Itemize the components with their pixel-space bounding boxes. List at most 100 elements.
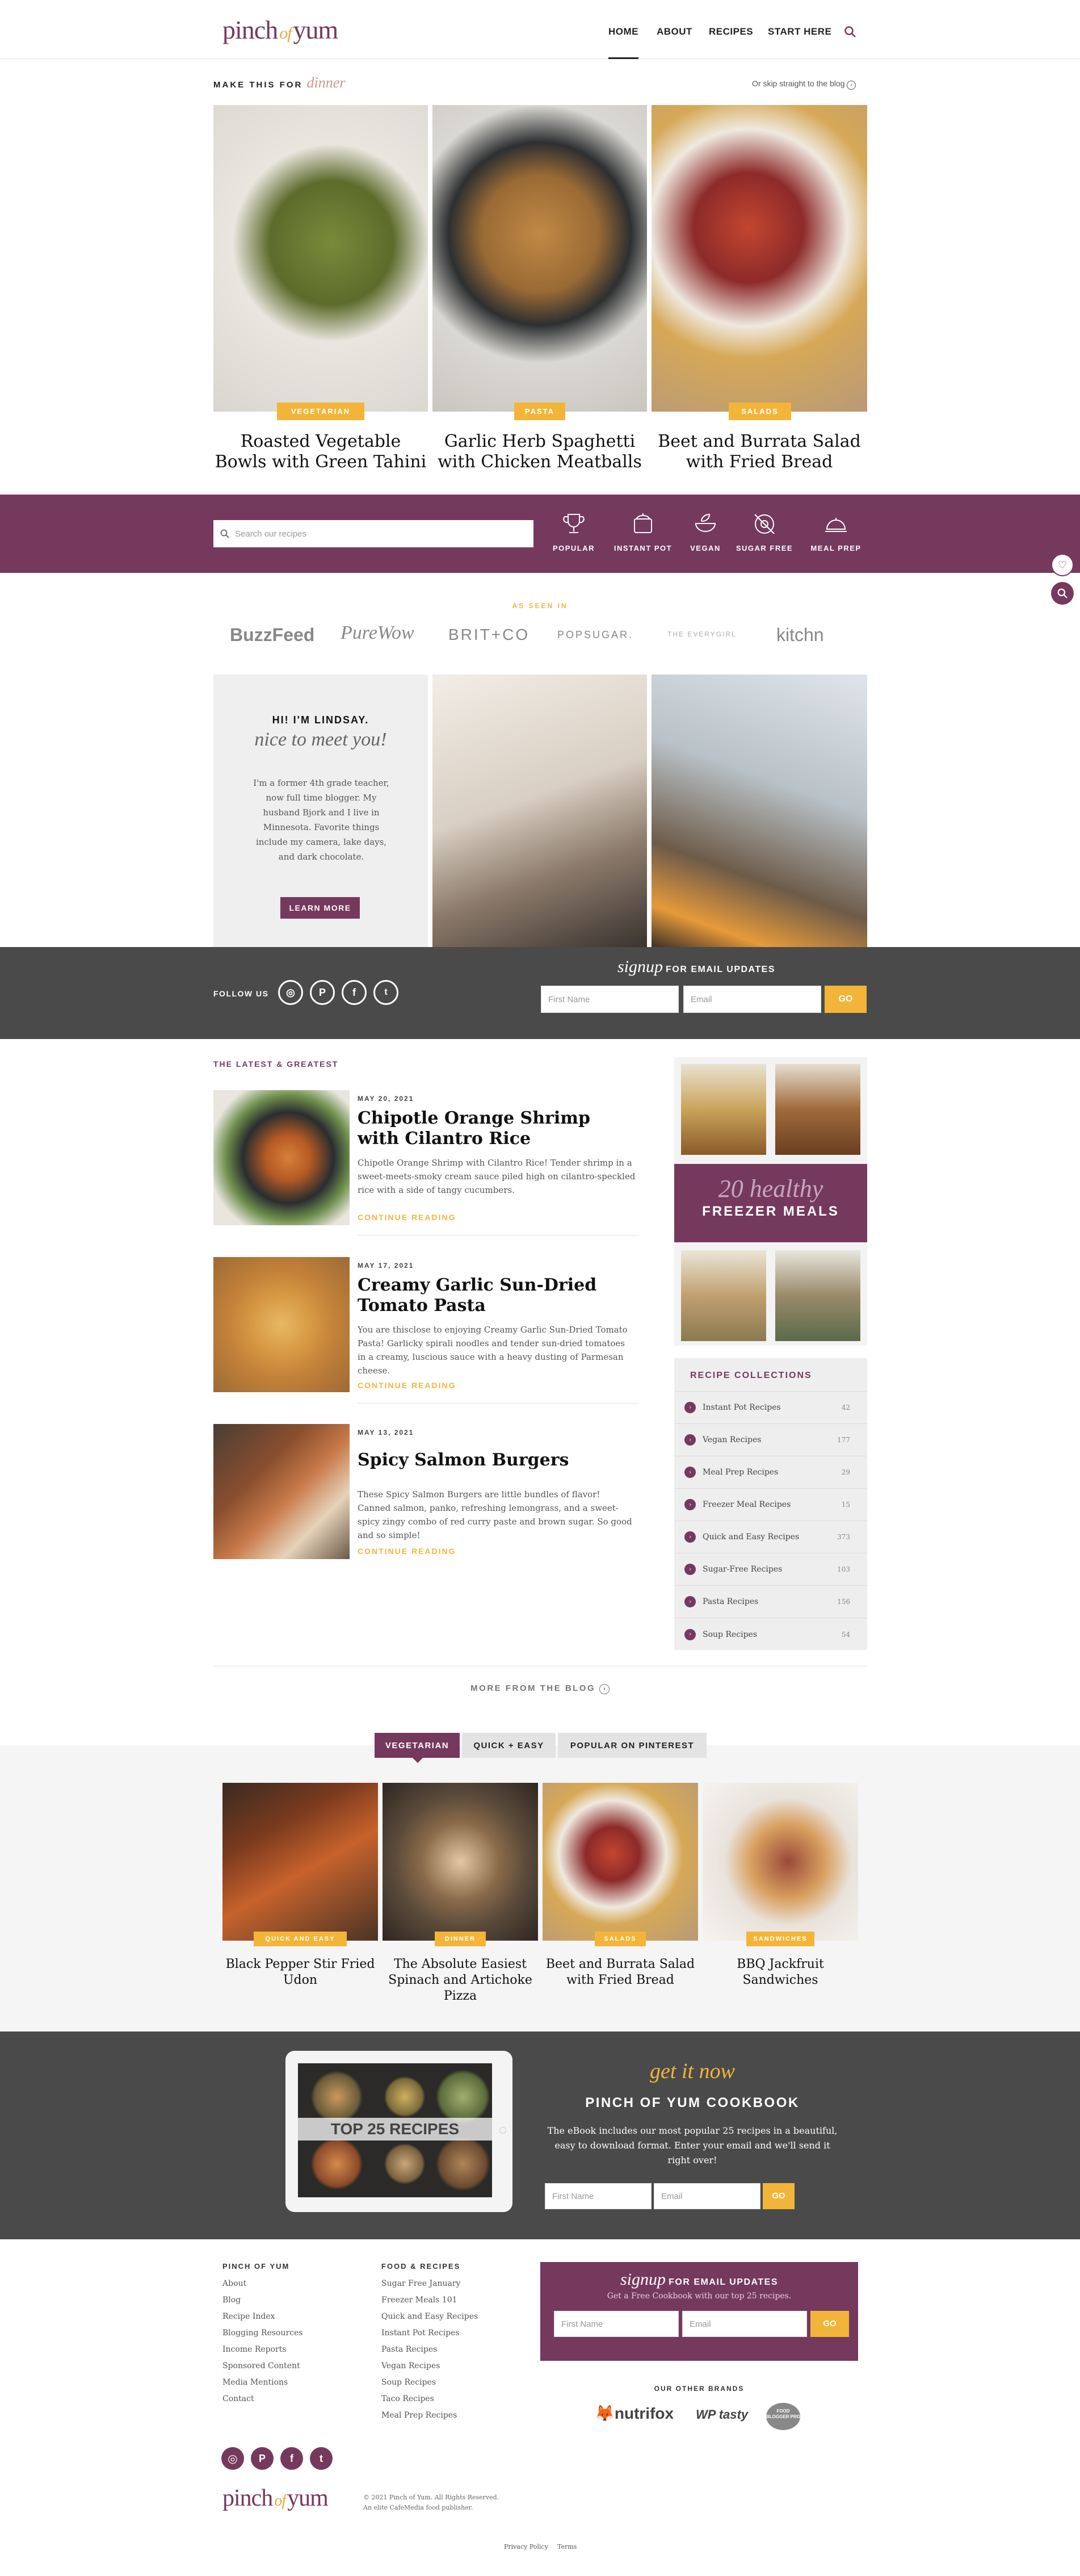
category-meal-prep[interactable]: MEAL PREP: [805, 510, 867, 555]
nav-about[interactable]: ABOUT: [657, 26, 692, 37]
category-badge[interactable]: VEGETARIAN: [277, 403, 364, 420]
footer-link[interactable]: Quick and Easy Recipes: [381, 2309, 478, 2325]
facebook-icon[interactable]: f: [342, 980, 367, 1005]
privacy-policy-link[interactable]: Privacy Policy: [504, 2543, 548, 2550]
recipe-card-image[interactable]: [383, 1783, 538, 1941]
favorites-heart-icon[interactable]: ♡: [1051, 554, 1074, 576]
learn-more-button[interactable]: LEARN MORE: [280, 897, 360, 919]
category-badge[interactable]: DINNER: [435, 1932, 486, 1946]
pinterest-icon[interactable]: P: [310, 980, 335, 1005]
footer-link[interactable]: Soup Recipes: [381, 2374, 478, 2391]
recipe-search-input[interactable]: Search our recipes: [213, 520, 533, 547]
post-title[interactable]: Spicy Salmon Burgers: [358, 1450, 636, 1471]
collection-link[interactable]: › Vegan Recipes 177: [674, 1424, 867, 1456]
collection-link[interactable]: › Soup Recipes 54: [674, 1618, 867, 1651]
search-icon[interactable]: [844, 26, 856, 38]
facebook-icon[interactable]: f: [280, 2447, 303, 2470]
recipe-card-image[interactable]: [222, 1783, 378, 1941]
footer-link[interactable]: Blog: [222, 2292, 302, 2309]
recipe-card-title[interactable]: Beet and Burrata Salad with Fried Bread: [543, 1957, 698, 1988]
post-thumbnail[interactable]: [213, 1257, 350, 1392]
collection-link[interactable]: › Sugar-Free Recipes 103: [674, 1553, 867, 1586]
nav-start-here[interactable]: START HERE: [768, 26, 831, 37]
footer-link[interactable]: Recipe Index: [222, 2309, 302, 2325]
recipe-card-title[interactable]: BBQ Jackfruit Sandwiches: [703, 1957, 858, 1988]
email-input[interactable]: Email: [683, 986, 821, 1013]
recipe-card-title[interactable]: Black Pepper Stir Fried Udon: [222, 1957, 378, 1988]
first-name-input[interactable]: First Name: [545, 2183, 652, 2209]
footer-link[interactable]: Pasta Recipes: [381, 2342, 478, 2358]
recipe-card-title[interactable]: The Absolute Easiest Spinach and Articho…: [383, 1957, 538, 2004]
tab-quick-easy[interactable]: QUICK + EASY: [462, 1733, 556, 1758]
pinterest-icon[interactable]: P: [251, 2447, 274, 2470]
collection-link[interactable]: › Freezer Meal Recipes 15: [674, 1489, 867, 1521]
floating-search-icon[interactable]: [1051, 582, 1074, 605]
footer-link[interactable]: Instant Pot Recipes: [381, 2325, 478, 2342]
wp-tasty-logo[interactable]: WP tasty: [696, 2407, 748, 2422]
continue-reading-link[interactable]: CONTINUE READING: [358, 1213, 456, 1222]
terms-link[interactable]: Terms: [557, 2543, 577, 2550]
skip-to-blog-link[interactable]: Or skip straight to the blog ›: [752, 79, 856, 90]
recipe-card-image[interactable]: [543, 1783, 698, 1941]
twitter-icon[interactable]: t: [310, 2447, 333, 2470]
collection-link[interactable]: › Quick and Easy Recipes 373: [674, 1521, 867, 1553]
tab-vegetarian[interactable]: VEGETARIAN: [375, 1733, 460, 1758]
footer-logo[interactable]: pinch ofyum: [222, 2485, 329, 2512]
category-vegan[interactable]: VEGAN: [686, 510, 725, 555]
footer-link[interactable]: Freezer Meals 101: [381, 2292, 478, 2309]
collection-link[interactable]: › Meal Prep Recipes 29: [674, 1456, 867, 1489]
category-badge[interactable]: QUICK AND EASY: [254, 1932, 347, 1946]
collection-link[interactable]: › Instant Pot Recipes 42: [674, 1392, 867, 1424]
continue-reading-link[interactable]: CONTINUE READING: [358, 1381, 456, 1390]
first-name-input[interactable]: First Name: [554, 2311, 679, 2337]
hero-recipe-title[interactable]: Garlic Herb Spaghetti with Chicken Meatb…: [432, 432, 648, 472]
site-logo[interactable]: pinch ofyum: [222, 15, 338, 45]
post-thumbnail[interactable]: [213, 1090, 350, 1225]
footer-link[interactable]: Blogging Resources: [222, 2325, 302, 2342]
footer-link[interactable]: Sponsored Content: [222, 2358, 302, 2374]
footer-link[interactable]: About: [222, 2276, 302, 2292]
instagram-icon[interactable]: ◎: [278, 980, 303, 1005]
email-input[interactable]: Email: [682, 2311, 807, 2337]
footer-link[interactable]: Taco Recipes: [381, 2391, 478, 2407]
footer-link[interactable]: Vegan Recipes: [381, 2358, 478, 2374]
category-popular[interactable]: POPULAR: [551, 510, 596, 555]
category-badge[interactable]: SANDWICHES: [746, 1932, 814, 1946]
hero-image-2[interactable]: [432, 105, 647, 412]
nutrifox-logo[interactable]: 🦊nutrifox: [595, 2404, 674, 2423]
footer-link[interactable]: Sugar Free January: [381, 2276, 478, 2292]
collection-link[interactable]: › Pasta Recipes 156: [674, 1586, 867, 1618]
post-title[interactable]: Creamy Garlic Sun-Dried Tomato Pasta: [358, 1275, 636, 1316]
signup-go-button[interactable]: GO: [825, 986, 867, 1013]
email-input[interactable]: Email: [654, 2183, 760, 2209]
twitter-icon[interactable]: t: [373, 980, 398, 1005]
category-instant-pot[interactable]: INSTANT POT: [606, 510, 680, 555]
hero-image-3[interactable]: [652, 105, 867, 412]
freezer-meals-promo[interactable]: 20 healthy FREEZER MEALS: [674, 1057, 867, 1346]
post-title[interactable]: Chipotle Orange Shrimp with Cilantro Ric…: [358, 1108, 636, 1149]
hero-recipe-title[interactable]: Roasted Vegetable Bowls with Green Tahin…: [213, 432, 428, 472]
category-badge[interactable]: SALADS: [729, 403, 791, 420]
hero-recipe-title[interactable]: Beet and Burrata Salad with Fried Bread: [652, 432, 867, 472]
category-badge[interactable]: PASTA: [514, 403, 565, 420]
nav-home[interactable]: HOME: [608, 26, 638, 59]
footer-go-button[interactable]: GO: [810, 2311, 849, 2337]
category-sugar-free[interactable]: SUGAR FREE: [733, 510, 796, 555]
footer-link[interactable]: Contact: [222, 2391, 302, 2407]
category-badge[interactable]: SALADS: [595, 1932, 646, 1946]
food-blogger-pro-logo[interactable]: FOOD BLOGGER PRO: [766, 2403, 800, 2430]
footer-link[interactable]: Income Reports: [222, 2342, 302, 2358]
instagram-icon[interactable]: ◎: [221, 2447, 244, 2470]
first-name-input[interactable]: First Name: [541, 986, 679, 1013]
recipe-card-image[interactable]: [703, 1783, 858, 1941]
nav-recipes[interactable]: RECIPES: [709, 26, 753, 37]
more-from-blog-link[interactable]: MORE FROM THE BLOG ›: [0, 1683, 1080, 1694]
post-thumbnail[interactable]: [213, 1424, 350, 1559]
footer-link[interactable]: Meal Prep Recipes: [381, 2407, 478, 2424]
hero-image-1[interactable]: [213, 105, 428, 412]
continue-reading-link[interactable]: CONTINUE READING: [358, 1547, 456, 1556]
copyright-text: © 2021 Pinch of Yum. All Rights Reserved…: [363, 2494, 499, 2511]
tab-popular-pinterest[interactable]: POPULAR ON PINTEREST: [558, 1733, 707, 1758]
cookbook-go-button[interactable]: GO: [763, 2183, 795, 2209]
footer-link[interactable]: Media Mentions: [222, 2374, 302, 2391]
